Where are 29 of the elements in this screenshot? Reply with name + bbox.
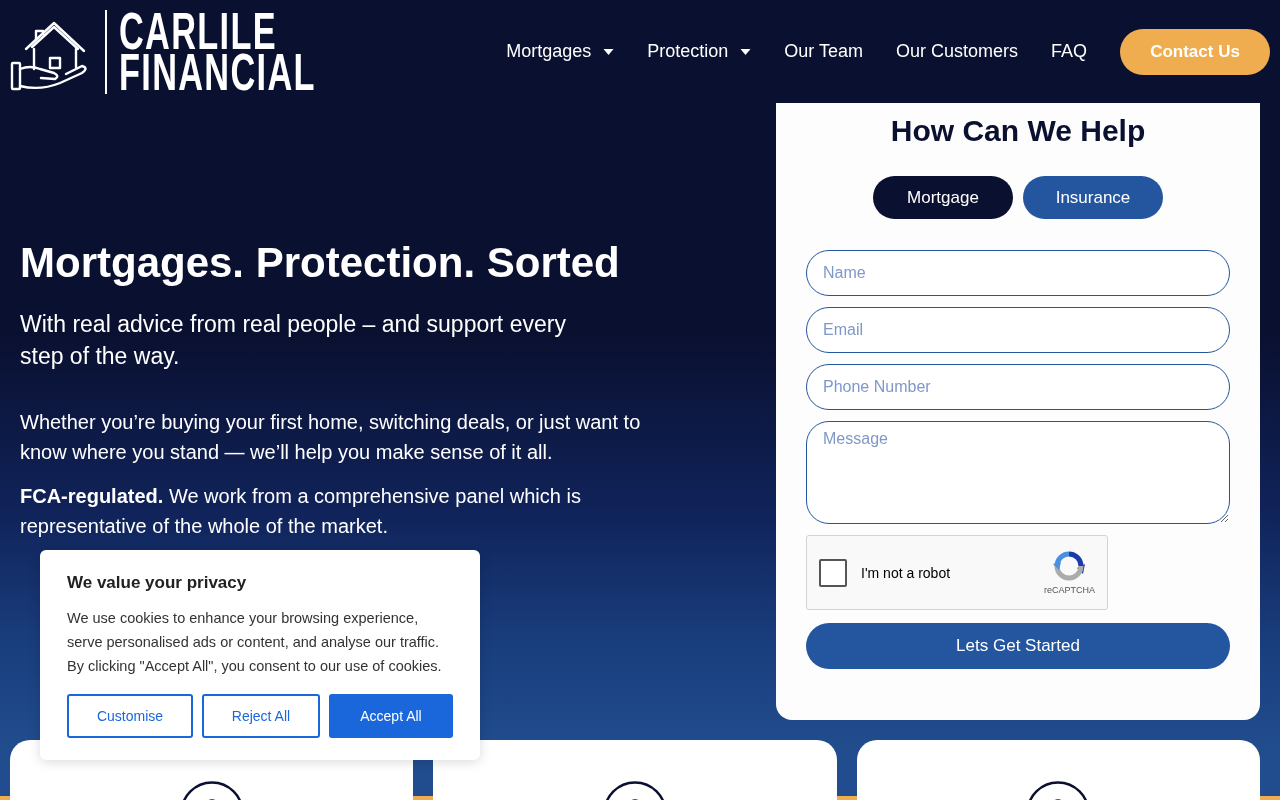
cookie-button[interactable]: Customise [67,694,193,738]
circular-arrows-icon [1053,550,1086,582]
hero-paragraph: FCA-regulated. We work from a comprehensive panel which is representative of the whole of the market. [20,484,582,539]
hero-subheading: With real advice from real people – and support every step of the way. [20,310,567,371]
cookie-title: We value your privacy [67,572,248,594]
logo-text: CARLILE [119,10,277,52]
nav-link[interactable]: Mortgages [506,41,615,62]
hero-heading: Mortgages. Protection. Sorted [20,240,621,286]
form-tab[interactable]: Insurance [1023,176,1163,219]
captcha-label: I'm not a robot [861,564,951,581]
input-field[interactable]: Name [806,250,1230,296]
captcha-brand: reCAPTCHA [1044,585,1095,595]
submit-button[interactable]: Lets Get Started [806,623,1230,669]
cookie-button[interactable]: Accept All [329,694,453,738]
logo-text: FINANCIAL [119,51,316,93]
captcha-checkbox[interactable] [819,558,847,587]
nav-link[interactable]: Our Team [784,41,863,62]
nav-link[interactable]: Our Customers [895,41,1018,62]
message-field[interactable]: Message [806,421,1230,524]
form-tab[interactable]: Mortgage [873,176,1013,219]
nav-link[interactable]: Protection [647,41,752,62]
hero-paragraph: Whether you’re buying your first home, switching deals, or just want to know where you stand — we’ll help you make sense of it all. [20,410,642,465]
form-title: How Can We Help [889,113,1147,149]
input-field[interactable]: Phone Number [806,364,1230,410]
cookie-text: We use cookies to enhance your browsing experience, serve personalised ads or content, and analyse our traffic. By clicking "Accept All", you consent to our use of cookies. [67,609,443,676]
cookie-button[interactable]: Reject All [202,694,320,738]
input-field[interactable]: Email [806,307,1230,353]
ring-icon [603,780,667,800]
nav-link[interactable]: FAQ [1051,41,1087,62]
